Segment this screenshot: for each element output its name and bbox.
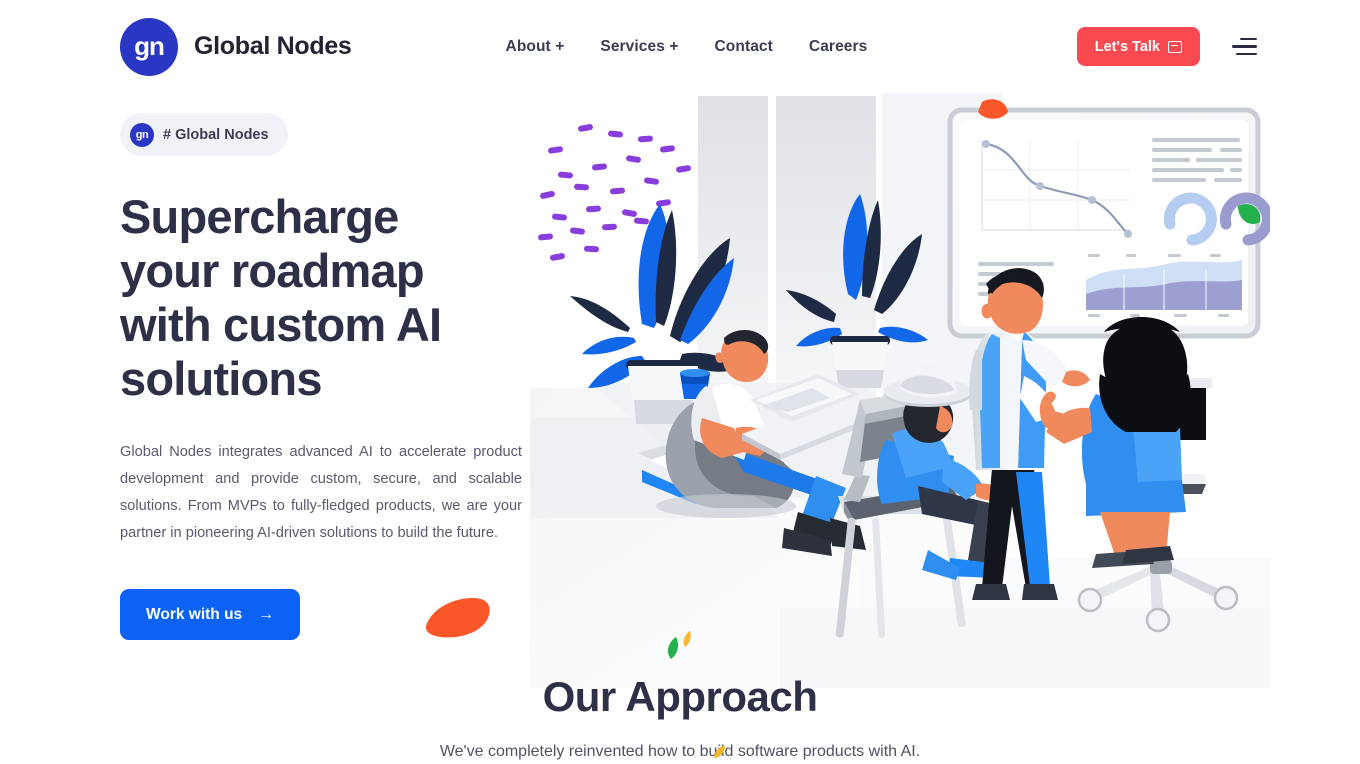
nav-item-careers[interactable]: Careers bbox=[809, 38, 867, 56]
orange-blob-decoration bbox=[425, 598, 490, 638]
burger-line-2 bbox=[1232, 45, 1257, 48]
nav-item-services[interactable]: Services + bbox=[600, 38, 678, 56]
approach-section: Our Approach We've completely reinvented… bbox=[0, 673, 1360, 761]
nav-item-about[interactable]: About + bbox=[506, 38, 565, 56]
header-actions: Let's Talk bbox=[1076, 27, 1257, 66]
burger-line-1 bbox=[1240, 37, 1257, 41]
logo-icon: gn bbox=[120, 17, 178, 76]
green-leaf-decoration bbox=[668, 637, 679, 659]
work-with-us-button[interactable]: Work with us → bbox=[120, 589, 301, 640]
nav-item-contact[interactable]: Contact bbox=[715, 38, 773, 56]
brand-logo[interactable]: gn Global Nodes bbox=[120, 17, 352, 76]
hero-badge-label: # Global Nodes bbox=[163, 126, 269, 143]
lets-talk-label: Let's Talk bbox=[1094, 38, 1160, 55]
brand-name: Global Nodes bbox=[194, 32, 352, 60]
approach-subtitle: We've completely reinvented how to build… bbox=[439, 743, 921, 760]
headline-line-2: your roadmap bbox=[120, 244, 425, 297]
hero-illustration bbox=[530, 88, 1270, 688]
approach-title: Our Approach bbox=[542, 673, 818, 720]
hamburger-menu-icon[interactable] bbox=[1232, 37, 1257, 56]
headline-line-3: with custom AI bbox=[120, 298, 442, 351]
hero-headline: Supercharge your roadmap with custom AI … bbox=[120, 190, 525, 406]
logo-mark-text: gn bbox=[134, 30, 165, 61]
hero-content: gn # Global Nodes Supercharge your roadm… bbox=[120, 113, 525, 640]
headline-line-4: solutions bbox=[120, 352, 322, 405]
site-header: gn Global Nodes About + Services + Conta… bbox=[0, 0, 1360, 93]
arrow-right-icon: → bbox=[258, 605, 275, 623]
hero-badge[interactable]: gn # Global Nodes bbox=[120, 113, 288, 156]
lets-talk-button[interactable]: Let's Talk bbox=[1076, 27, 1200, 66]
burger-line-3 bbox=[1236, 52, 1257, 56]
badge-logo-text: gn bbox=[135, 128, 149, 141]
yellow-accent-decoration bbox=[714, 746, 725, 758]
hero-paragraph: Global Nodes integrates advanced AI to a… bbox=[120, 444, 522, 541]
main-nav: About + Services + Contact Careers bbox=[506, 38, 868, 56]
badge-logo-icon: gn bbox=[130, 122, 154, 147]
work-with-us-label: Work with us bbox=[146, 605, 243, 623]
chat-icon bbox=[1168, 40, 1182, 53]
headline-line-1: Supercharge bbox=[120, 190, 399, 243]
yellow-leaf-decoration bbox=[683, 631, 691, 647]
